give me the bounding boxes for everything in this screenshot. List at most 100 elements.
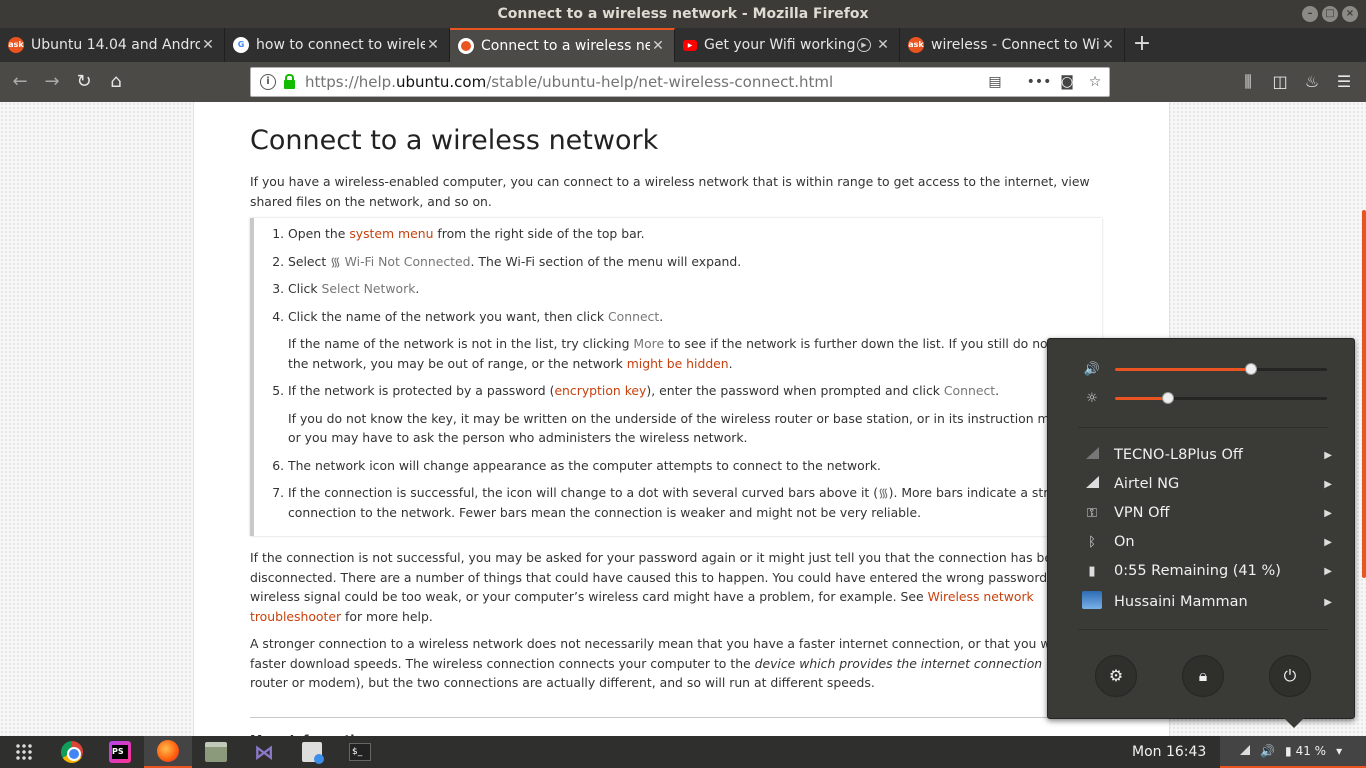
vscode-launcher[interactable]: ⋈ bbox=[240, 736, 288, 768]
files-icon bbox=[205, 742, 227, 762]
site-info-icon[interactable]: i bbox=[260, 74, 276, 90]
home-icon[interactable]: ⌂ bbox=[100, 66, 132, 98]
menu-item-tecno[interactable]: TECNO-L8Plus Off ▶ bbox=[1082, 443, 1332, 467]
chevron-down-icon: ▾ bbox=[1336, 744, 1343, 758]
menu-item-user[interactable]: Hussaini Mamman ▶ bbox=[1082, 590, 1332, 614]
battery-icon: ▮ bbox=[1284, 744, 1292, 758]
gear-icon: ⚙ bbox=[1108, 666, 1124, 685]
media-playing-icon[interactable]: ▶ bbox=[857, 38, 871, 52]
submenu-arrow-icon: ▶ bbox=[1324, 565, 1332, 577]
vscode-icon: ⋈ bbox=[254, 740, 274, 764]
tab-label: Ubuntu 14.04 and Andro bbox=[31, 37, 200, 53]
menu-item-bluetooth[interactable]: ᛒ On ▶ bbox=[1082, 530, 1332, 554]
brightness-slider[interactable]: ☼ bbox=[1082, 388, 1332, 408]
brightness-knob[interactable] bbox=[1162, 392, 1174, 404]
brightness-fill bbox=[1115, 397, 1168, 400]
reader-view-icon[interactable]: ▤ bbox=[981, 74, 1009, 90]
back-icon[interactable]: ← bbox=[4, 66, 36, 98]
page-actions-icon[interactable]: ••• bbox=[1025, 74, 1053, 90]
step-item: Select ᯾ Wi-Fi Not Connected. The Wi-Fi … bbox=[288, 252, 1102, 272]
menu-hamburger-icon[interactable]: ☰ bbox=[1328, 66, 1360, 98]
submenu-arrow-icon: ▶ bbox=[1324, 596, 1332, 608]
step-item: If the network is protected by a passwor… bbox=[288, 381, 1102, 448]
navigation-toolbar: ← → ↻ ⌂ i https://help.ubuntu.com/stable… bbox=[0, 62, 1366, 102]
cellular-signal-icon bbox=[1082, 476, 1102, 492]
system-tray[interactable]: 🔊 ▮ 41 % ▾ bbox=[1220, 736, 1366, 768]
step-item: If the connection is successful, the ico… bbox=[288, 483, 1102, 522]
step-item: Click Select Network. bbox=[288, 279, 1102, 299]
show-applications-button[interactable] bbox=[0, 736, 48, 768]
extension-icon[interactable]: ♨ bbox=[1296, 66, 1328, 98]
chromium-icon bbox=[61, 741, 83, 763]
lock-screen-button[interactable]: 🔒︎ bbox=[1182, 655, 1224, 697]
menu-item-battery[interactable]: ▮ 0:55 Remaining (41 %) ▶ bbox=[1082, 559, 1332, 583]
menu-item-vpn[interactable]: ⚿ VPN Off ▶ bbox=[1082, 501, 1332, 525]
terminal-launcher[interactable]: $_ bbox=[336, 736, 384, 768]
speaker-icon: 🔊 bbox=[1083, 361, 1101, 377]
close-tab-icon[interactable]: ✕ bbox=[650, 38, 666, 54]
firefox-launcher[interactable] bbox=[144, 736, 192, 768]
files-launcher[interactable] bbox=[192, 736, 240, 768]
close-tab-icon[interactable]: ✕ bbox=[200, 37, 216, 53]
taskbar: ⋈ $_ Mon 16:43 🔊 ▮ 41 % ▾ bbox=[0, 736, 1366, 768]
volume-fill bbox=[1115, 368, 1251, 371]
page-scrollbar[interactable] bbox=[1362, 210, 1366, 578]
wifi-icon: ᯾ bbox=[330, 253, 345, 269]
chromium-launcher[interactable] bbox=[48, 736, 96, 768]
volume-track[interactable] bbox=[1115, 363, 1327, 375]
intro-paragraph: If you have a wireless-enabled computer,… bbox=[250, 174, 1090, 209]
window-controls: – □ × bbox=[1302, 6, 1358, 22]
power-off-button[interactable]: ⏻ bbox=[1269, 655, 1311, 697]
tab-ask-ubuntu-2[interactable]: ask wireless - Connect to Wi ✕ bbox=[900, 28, 1125, 62]
wifi-icon: ᯾ bbox=[878, 485, 889, 500]
forward-icon[interactable]: → bbox=[36, 66, 68, 98]
menu-separator bbox=[1078, 427, 1328, 428]
tab-label: wireless - Connect to Wi bbox=[931, 37, 1100, 53]
close-window-icon[interactable]: × bbox=[1342, 6, 1358, 22]
maximize-icon[interactable]: □ bbox=[1322, 6, 1338, 22]
encryption-key-link[interactable]: encryption key bbox=[554, 383, 646, 398]
volume-knob[interactable] bbox=[1244, 363, 1257, 375]
new-tab-icon[interactable]: + bbox=[1125, 28, 1159, 62]
sidebar-icon[interactable]: ◫ bbox=[1264, 66, 1296, 98]
page-title: Connect to a wireless network bbox=[250, 125, 659, 156]
library-icon[interactable]: ⫼ bbox=[1232, 66, 1264, 98]
step-item: Open the system menu from the right side… bbox=[288, 224, 1102, 244]
bluetooth-icon: ᛒ bbox=[1088, 534, 1096, 550]
cellular-off-icon bbox=[1082, 447, 1102, 463]
tab-ubuntu-help[interactable]: Connect to a wireless ne ✕ bbox=[450, 28, 675, 62]
system-menu: 🔊 ☼ TECNO-L8Plus Off ▶ Airtel NG ▶ ⚿ VPN… bbox=[1047, 338, 1355, 728]
bookmark-star-icon[interactable]: ☆ bbox=[1081, 74, 1109, 90]
submenu-arrow-icon: ▶ bbox=[1324, 478, 1332, 490]
steps-box: Open the system menu from the right side… bbox=[250, 218, 1102, 536]
software-launcher[interactable] bbox=[288, 736, 336, 768]
system-menu-link[interactable]: system menu bbox=[349, 226, 433, 241]
clock[interactable]: Mon 16:43 bbox=[1132, 736, 1206, 768]
minimize-icon[interactable]: – bbox=[1302, 6, 1318, 22]
ubuntu-icon bbox=[458, 38, 474, 54]
apps-grid-icon bbox=[15, 743, 33, 761]
submenu-arrow-icon: ▶ bbox=[1324, 507, 1332, 519]
might-be-hidden-link[interactable]: might be hidden bbox=[627, 356, 729, 371]
cellular-signal-icon bbox=[1230, 744, 1250, 758]
close-tab-icon[interactable]: ✕ bbox=[875, 37, 891, 53]
settings-button[interactable]: ⚙ bbox=[1095, 655, 1137, 697]
pocket-icon[interactable]: ◙ bbox=[1053, 74, 1081, 90]
tab-google[interactable]: G how to connect to wirele ✕ bbox=[225, 28, 450, 62]
brightness-track[interactable] bbox=[1115, 392, 1327, 404]
phpstorm-launcher[interactable] bbox=[96, 736, 144, 768]
close-tab-icon[interactable]: ✕ bbox=[425, 37, 441, 53]
close-tab-icon[interactable]: ✕ bbox=[1100, 37, 1116, 53]
url-bar[interactable]: i https://help.ubuntu.com/stable/ubuntu-… bbox=[250, 67, 1110, 97]
ask-ubuntu-icon: ask bbox=[8, 37, 24, 53]
brightness-icon: ☼ bbox=[1086, 390, 1098, 406]
tab-youtube[interactable]: ▶ Get your Wifi working ▶ ✕ bbox=[675, 28, 900, 62]
user-avatar-icon bbox=[1082, 591, 1102, 613]
reload-icon[interactable]: ↻ bbox=[68, 66, 100, 98]
tab-ask-ubuntu-1[interactable]: ask Ubuntu 14.04 and Andro ✕ bbox=[0, 28, 225, 62]
volume-slider[interactable]: 🔊 bbox=[1082, 359, 1332, 379]
tab-label: how to connect to wirele bbox=[256, 37, 425, 53]
lock-icon bbox=[284, 73, 295, 89]
menu-item-airtel[interactable]: Airtel NG ▶ bbox=[1082, 472, 1332, 496]
url-text[interactable]: https://help.ubuntu.com/stable/ubuntu-he… bbox=[305, 73, 981, 91]
